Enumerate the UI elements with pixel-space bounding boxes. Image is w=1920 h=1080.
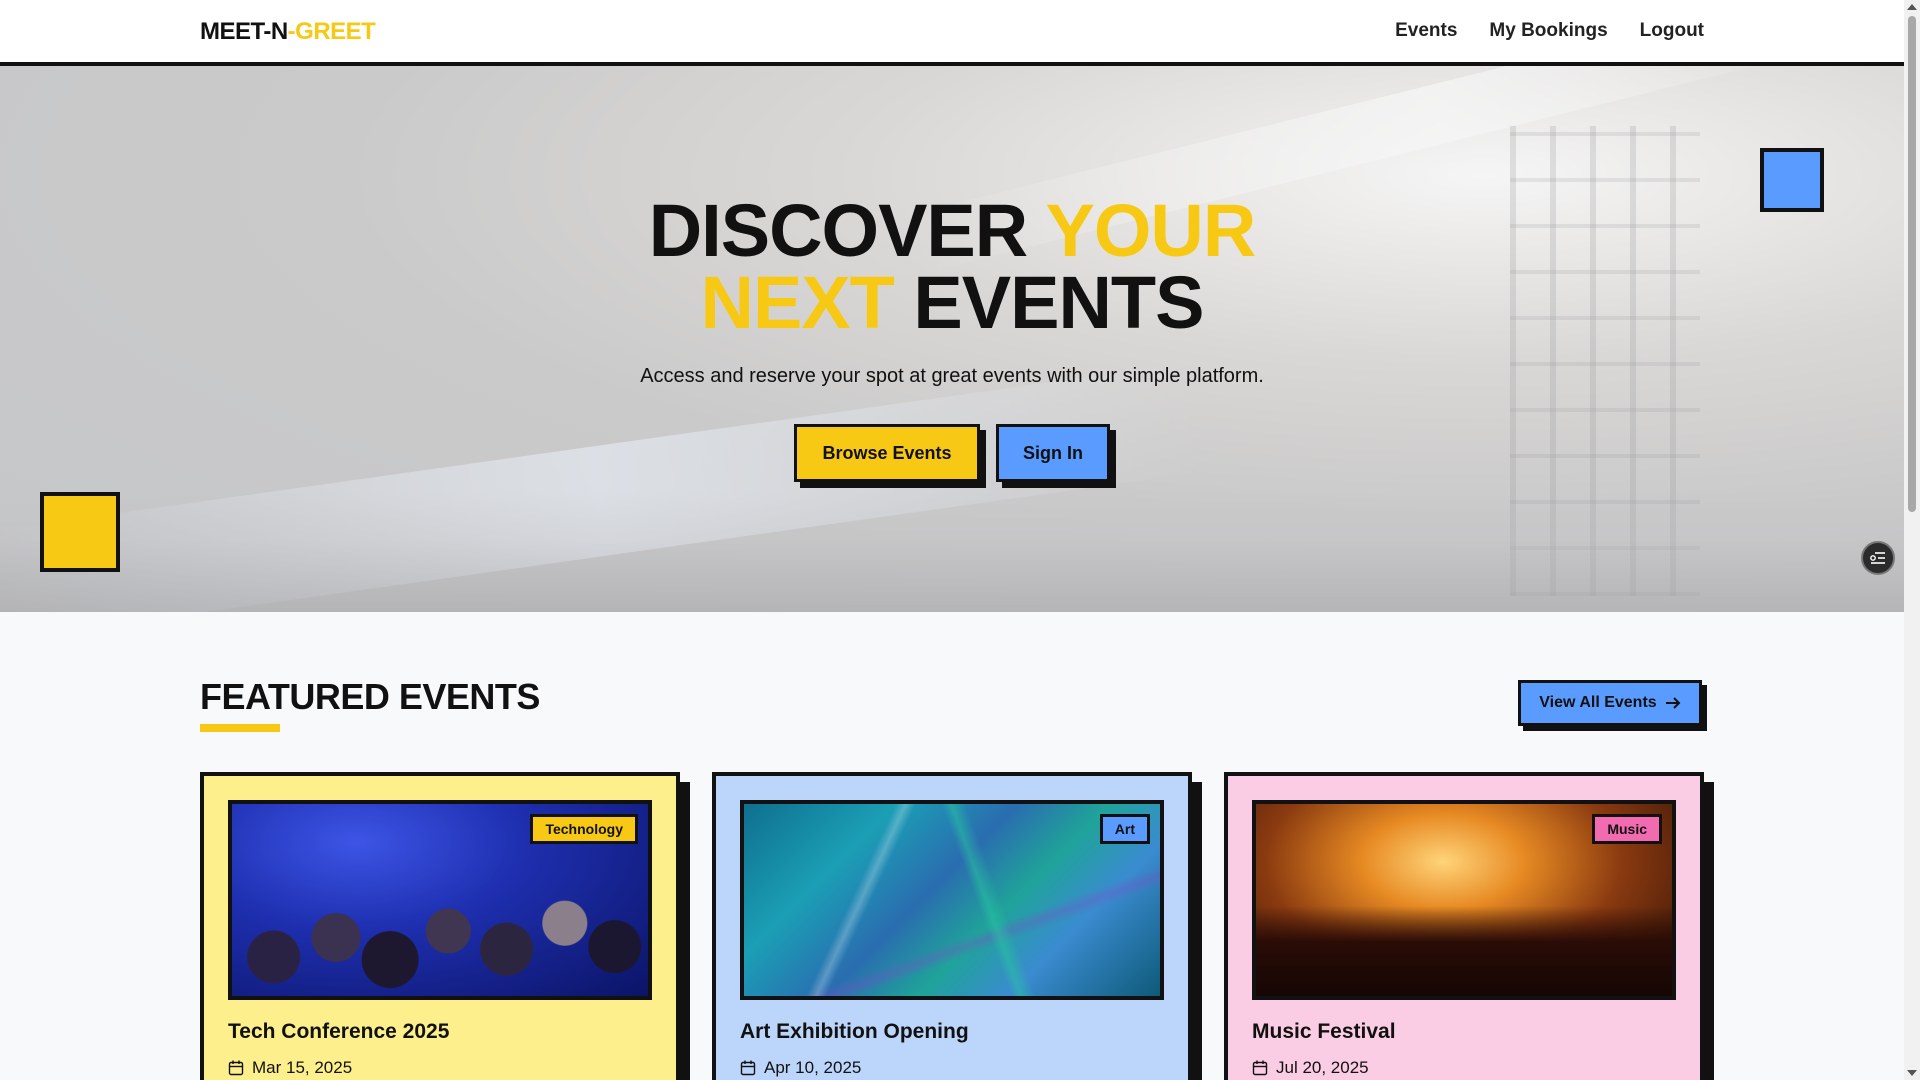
- event-image: Technology: [228, 800, 652, 1000]
- nav-link-logout[interactable]: Logout: [1640, 20, 1704, 42]
- vertical-scrollbar[interactable]: [1904, 0, 1920, 1080]
- featured-events-title: FEATURED EVENTS: [200, 676, 540, 717]
- hero-title-word: DISCOVER: [648, 189, 1029, 272]
- hero-subtitle: Access and reserve your spot at great ev…: [640, 365, 1264, 387]
- browse-events-button[interactable]: Browse Events: [794, 424, 980, 482]
- event-image: Music: [1252, 800, 1676, 1000]
- event-card[interactable]: Art Art Exhibition Opening Apr 10, 2025: [712, 772, 1192, 1080]
- hero-title-word: EVENTS: [913, 261, 1204, 344]
- calendar-icon: [1252, 1060, 1268, 1076]
- event-title: Music Festival: [1252, 1020, 1396, 1043]
- view-all-label: View All Events: [1539, 694, 1657, 711]
- accessibility-menu-icon[interactable]: [1861, 541, 1895, 575]
- view-all-events-button[interactable]: View All Events: [1518, 680, 1702, 726]
- calendar-icon: [740, 1060, 756, 1076]
- event-date: Apr 10, 2025: [740, 1058, 861, 1078]
- event-image: Art: [740, 800, 1164, 1000]
- logo-text-accent: -GREET: [287, 18, 376, 45]
- event-date: Mar 15, 2025: [228, 1058, 352, 1078]
- event-title: Tech Conference 2025: [228, 1020, 450, 1043]
- audience-silhouettes: [232, 866, 648, 996]
- concert-crowd: [1256, 906, 1672, 996]
- nav-link-events[interactable]: Events: [1395, 20, 1457, 42]
- event-date-text: Mar 15, 2025: [252, 1058, 353, 1077]
- hero-title-word: NEXT: [700, 261, 895, 344]
- event-title: Art Exhibition Opening: [740, 1020, 969, 1043]
- painting-strokes: [744, 804, 1160, 996]
- hero-title-word: YOUR: [1045, 189, 1256, 272]
- nav-links: Events My Bookings Logout: [1395, 20, 1704, 42]
- title-underline: [200, 724, 280, 732]
- scroll-down-arrow-icon[interactable]: [1907, 1070, 1917, 1076]
- category-badge: Music: [1592, 814, 1662, 844]
- scrollbar-thumb[interactable]: [1908, 16, 1916, 512]
- top-nav: MEET-N-GREET Events My Bookings Logout: [0, 0, 1904, 66]
- event-date-text: Apr 10, 2025: [764, 1058, 862, 1077]
- category-badge: Technology: [530, 814, 638, 844]
- sign-in-button[interactable]: Sign In: [996, 424, 1110, 482]
- scroll-up-arrow-icon[interactable]: [1907, 4, 1917, 10]
- event-card[interactable]: Music Music Festival Jul 20, 2025: [1224, 772, 1704, 1080]
- logo[interactable]: MEET-N-GREET: [200, 18, 376, 46]
- decorative-yellow-square: [40, 492, 120, 572]
- event-date-text: Jul 20, 2025: [1276, 1058, 1369, 1077]
- hero-title: DISCOVER YOUR NEXT EVENTS: [0, 194, 1904, 340]
- event-date: Jul 20, 2025: [1252, 1058, 1369, 1078]
- nav-link-my-bookings[interactable]: My Bookings: [1489, 20, 1607, 42]
- calendar-icon: [228, 1060, 244, 1076]
- category-badge: Art: [1099, 814, 1150, 844]
- arrow-right-icon: [1665, 697, 1681, 709]
- logo-text-primary: MEET-N: [200, 18, 288, 45]
- event-card[interactable]: Technology Tech Conference 2025 Mar 15, …: [200, 772, 680, 1080]
